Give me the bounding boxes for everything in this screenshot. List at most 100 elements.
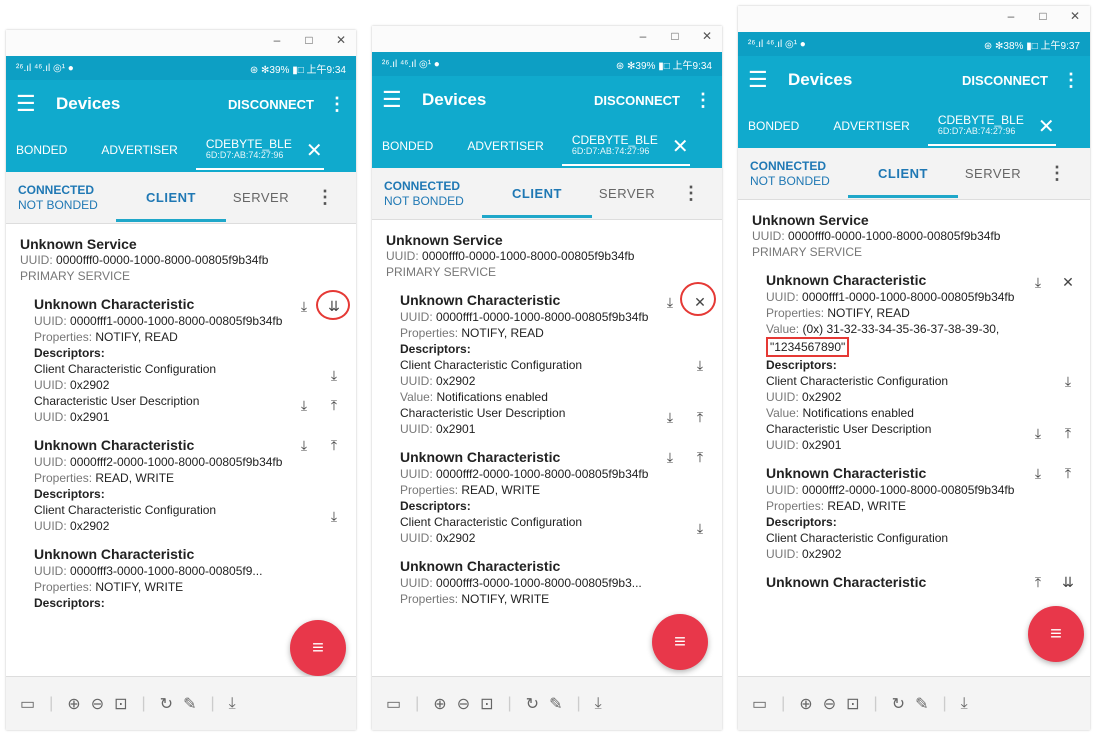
log-fab-button[interactable]: ≡ xyxy=(1028,606,1084,662)
read-icon[interactable]: ⤓ xyxy=(296,397,312,413)
page-title: Devices xyxy=(788,70,853,89)
close-tab-icon[interactable]: ✕ xyxy=(306,138,323,163)
tab-client[interactable]: CLIENT xyxy=(116,190,226,222)
write-icon[interactable]: ⤒ xyxy=(326,437,342,453)
tab-server[interactable]: SERVER xyxy=(216,190,306,205)
service-title[interactable]: Unknown Service xyxy=(20,236,342,252)
actual-size-icon[interactable]: ⊡ xyxy=(480,694,493,714)
close-window-icon[interactable]: ✕ xyxy=(1066,9,1084,23)
tab-device[interactable]: CDEBYTE_BLE 6D:D7:AB:74:27:96 xyxy=(561,134,690,166)
service-title[interactable]: Unknown Service xyxy=(386,232,708,248)
tab-advertiser[interactable]: ADVERTISER xyxy=(91,143,187,157)
more-options-icon[interactable]: ⋮ xyxy=(316,187,334,208)
tab-client[interactable]: CLIENT xyxy=(482,186,592,218)
tab-bonded[interactable]: BONDED xyxy=(738,119,809,133)
panel-toggle-icon[interactable]: ▭ xyxy=(752,694,767,714)
close-tab-icon[interactable]: ✕ xyxy=(672,134,689,159)
edit-icon[interactable]: ✎ xyxy=(183,694,196,714)
characteristic-title[interactable]: Unknown Characteristic xyxy=(400,558,708,574)
tab-advertiser[interactable]: ADVERTISER xyxy=(457,139,553,153)
zoom-out-icon[interactable]: ⊖ xyxy=(457,694,470,714)
disconnect-button[interactable]: DISCONNECT xyxy=(962,73,1048,88)
write-icon[interactable]: ⤒ xyxy=(692,409,708,425)
disconnect-button[interactable]: DISCONNECT xyxy=(228,97,314,112)
status-left: ²⁶.ıl ⁴⁶.ıl ◎¹ ● xyxy=(382,58,440,70)
read-icon[interactable]: ⤓ xyxy=(1060,373,1076,389)
read-icon[interactable]: ⤓ xyxy=(692,520,708,536)
notify-off-icon[interactable]: ✕ xyxy=(1060,274,1076,290)
more-options-icon[interactable]: ⋮ xyxy=(682,183,700,204)
tab-client[interactable]: CLIENT xyxy=(848,166,958,198)
zoom-in-icon[interactable]: ⊕ xyxy=(799,694,812,714)
read-icon[interactable]: ⤓ xyxy=(326,508,342,524)
descriptor-uuid: 0x2902 xyxy=(436,531,476,545)
tab-server[interactable]: SERVER xyxy=(582,186,672,201)
write-icon[interactable]: ⤒ xyxy=(692,449,708,465)
edit-icon[interactable]: ✎ xyxy=(915,694,928,714)
log-fab-button[interactable]: ≡ xyxy=(652,614,708,670)
notify-icon[interactable]: ⇊ xyxy=(1060,574,1076,590)
zoom-in-icon[interactable]: ⊕ xyxy=(433,694,446,714)
more-options-icon[interactable]: ⋮ xyxy=(1048,163,1066,184)
read-icon[interactable]: ⤓ xyxy=(296,298,312,314)
uuid-label: UUID: xyxy=(20,253,53,267)
edit-icon[interactable]: ✎ xyxy=(549,694,562,714)
read-icon[interactable]: ⤓ xyxy=(1030,274,1046,290)
zoom-in-icon[interactable]: ⊕ xyxy=(67,694,80,714)
tab-bonded[interactable]: BONDED xyxy=(372,139,443,153)
minimize-icon[interactable]: – xyxy=(268,33,286,47)
hamburger-menu-icon[interactable]: ☰ xyxy=(16,91,56,117)
write-icon[interactable]: ⤒ xyxy=(326,397,342,413)
close-window-icon[interactable]: ✕ xyxy=(698,29,716,43)
read-icon[interactable]: ⤓ xyxy=(296,437,312,453)
characteristic-title[interactable]: Unknown Characteristic xyxy=(34,546,342,562)
maximize-icon[interactable]: □ xyxy=(1034,9,1052,23)
write-icon[interactable]: ⤒ xyxy=(1060,425,1076,441)
maximize-icon[interactable]: □ xyxy=(666,29,684,43)
hamburger-menu-icon[interactable]: ☰ xyxy=(382,87,422,113)
read-icon[interactable]: ⤓ xyxy=(662,449,678,465)
tab-device[interactable]: CDEBYTE_BLE 6D:D7:AB:74:27:96 xyxy=(927,114,1056,146)
read-icon[interactable]: ⤓ xyxy=(662,294,678,310)
maximize-icon[interactable]: □ xyxy=(300,33,318,47)
tab-server[interactable]: SERVER xyxy=(948,166,1038,181)
tab-advertiser[interactable]: ADVERTISER xyxy=(823,119,919,133)
uuid-label: UUID: xyxy=(34,378,67,392)
download-icon[interactable]: ⤓ xyxy=(595,695,602,713)
tab-bonded[interactable]: BONDED xyxy=(6,143,77,157)
overflow-menu-icon[interactable]: ⋮ xyxy=(1062,70,1080,91)
zoom-out-icon[interactable]: ⊖ xyxy=(91,694,104,714)
uuid-label: UUID: xyxy=(34,564,67,578)
value-label: Value: xyxy=(766,322,800,336)
rotate-icon[interactable]: ↻ xyxy=(892,694,905,714)
write-icon[interactable]: ⤒ xyxy=(1030,574,1046,590)
read-icon[interactable]: ⤓ xyxy=(1030,465,1046,481)
minimize-icon[interactable]: – xyxy=(634,29,652,43)
zoom-out-icon[interactable]: ⊖ xyxy=(823,694,836,714)
panel-toggle-icon[interactable]: ▭ xyxy=(386,694,401,714)
write-icon[interactable]: ⤒ xyxy=(1060,465,1076,481)
close-tab-icon[interactable]: ✕ xyxy=(1038,114,1055,139)
rotate-icon[interactable]: ↻ xyxy=(526,694,539,714)
service-title[interactable]: Unknown Service xyxy=(752,212,1076,228)
minimize-icon[interactable]: – xyxy=(1002,9,1020,23)
actual-size-icon[interactable]: ⊡ xyxy=(846,694,859,714)
read-icon[interactable]: ⤓ xyxy=(662,409,678,425)
read-icon[interactable]: ⤓ xyxy=(1030,425,1046,441)
hamburger-menu-icon[interactable]: ☰ xyxy=(748,67,788,93)
overflow-menu-icon[interactable]: ⋮ xyxy=(694,90,712,111)
download-icon[interactable]: ⤓ xyxy=(961,695,968,713)
close-window-icon[interactable]: ✕ xyxy=(332,33,350,47)
panel-toggle-icon[interactable]: ▭ xyxy=(20,694,35,714)
disconnect-button[interactable]: DISCONNECT xyxy=(594,93,680,108)
rotate-icon[interactable]: ↻ xyxy=(160,694,173,714)
connection-state: CONNECTED NOT BONDED xyxy=(6,183,126,213)
actual-size-icon[interactable]: ⊡ xyxy=(114,694,127,714)
download-icon[interactable]: ⤓ xyxy=(229,695,236,713)
read-icon[interactable]: ⤓ xyxy=(326,367,342,383)
descriptor-uuid: 0x2902 xyxy=(70,378,110,392)
log-fab-button[interactable]: ≡ xyxy=(290,620,346,676)
tab-device[interactable]: CDEBYTE_BLE 6D:D7:AB:74:27:96 xyxy=(195,138,324,170)
overflow-menu-icon[interactable]: ⋮ xyxy=(328,94,346,115)
read-icon[interactable]: ⤓ xyxy=(692,357,708,373)
